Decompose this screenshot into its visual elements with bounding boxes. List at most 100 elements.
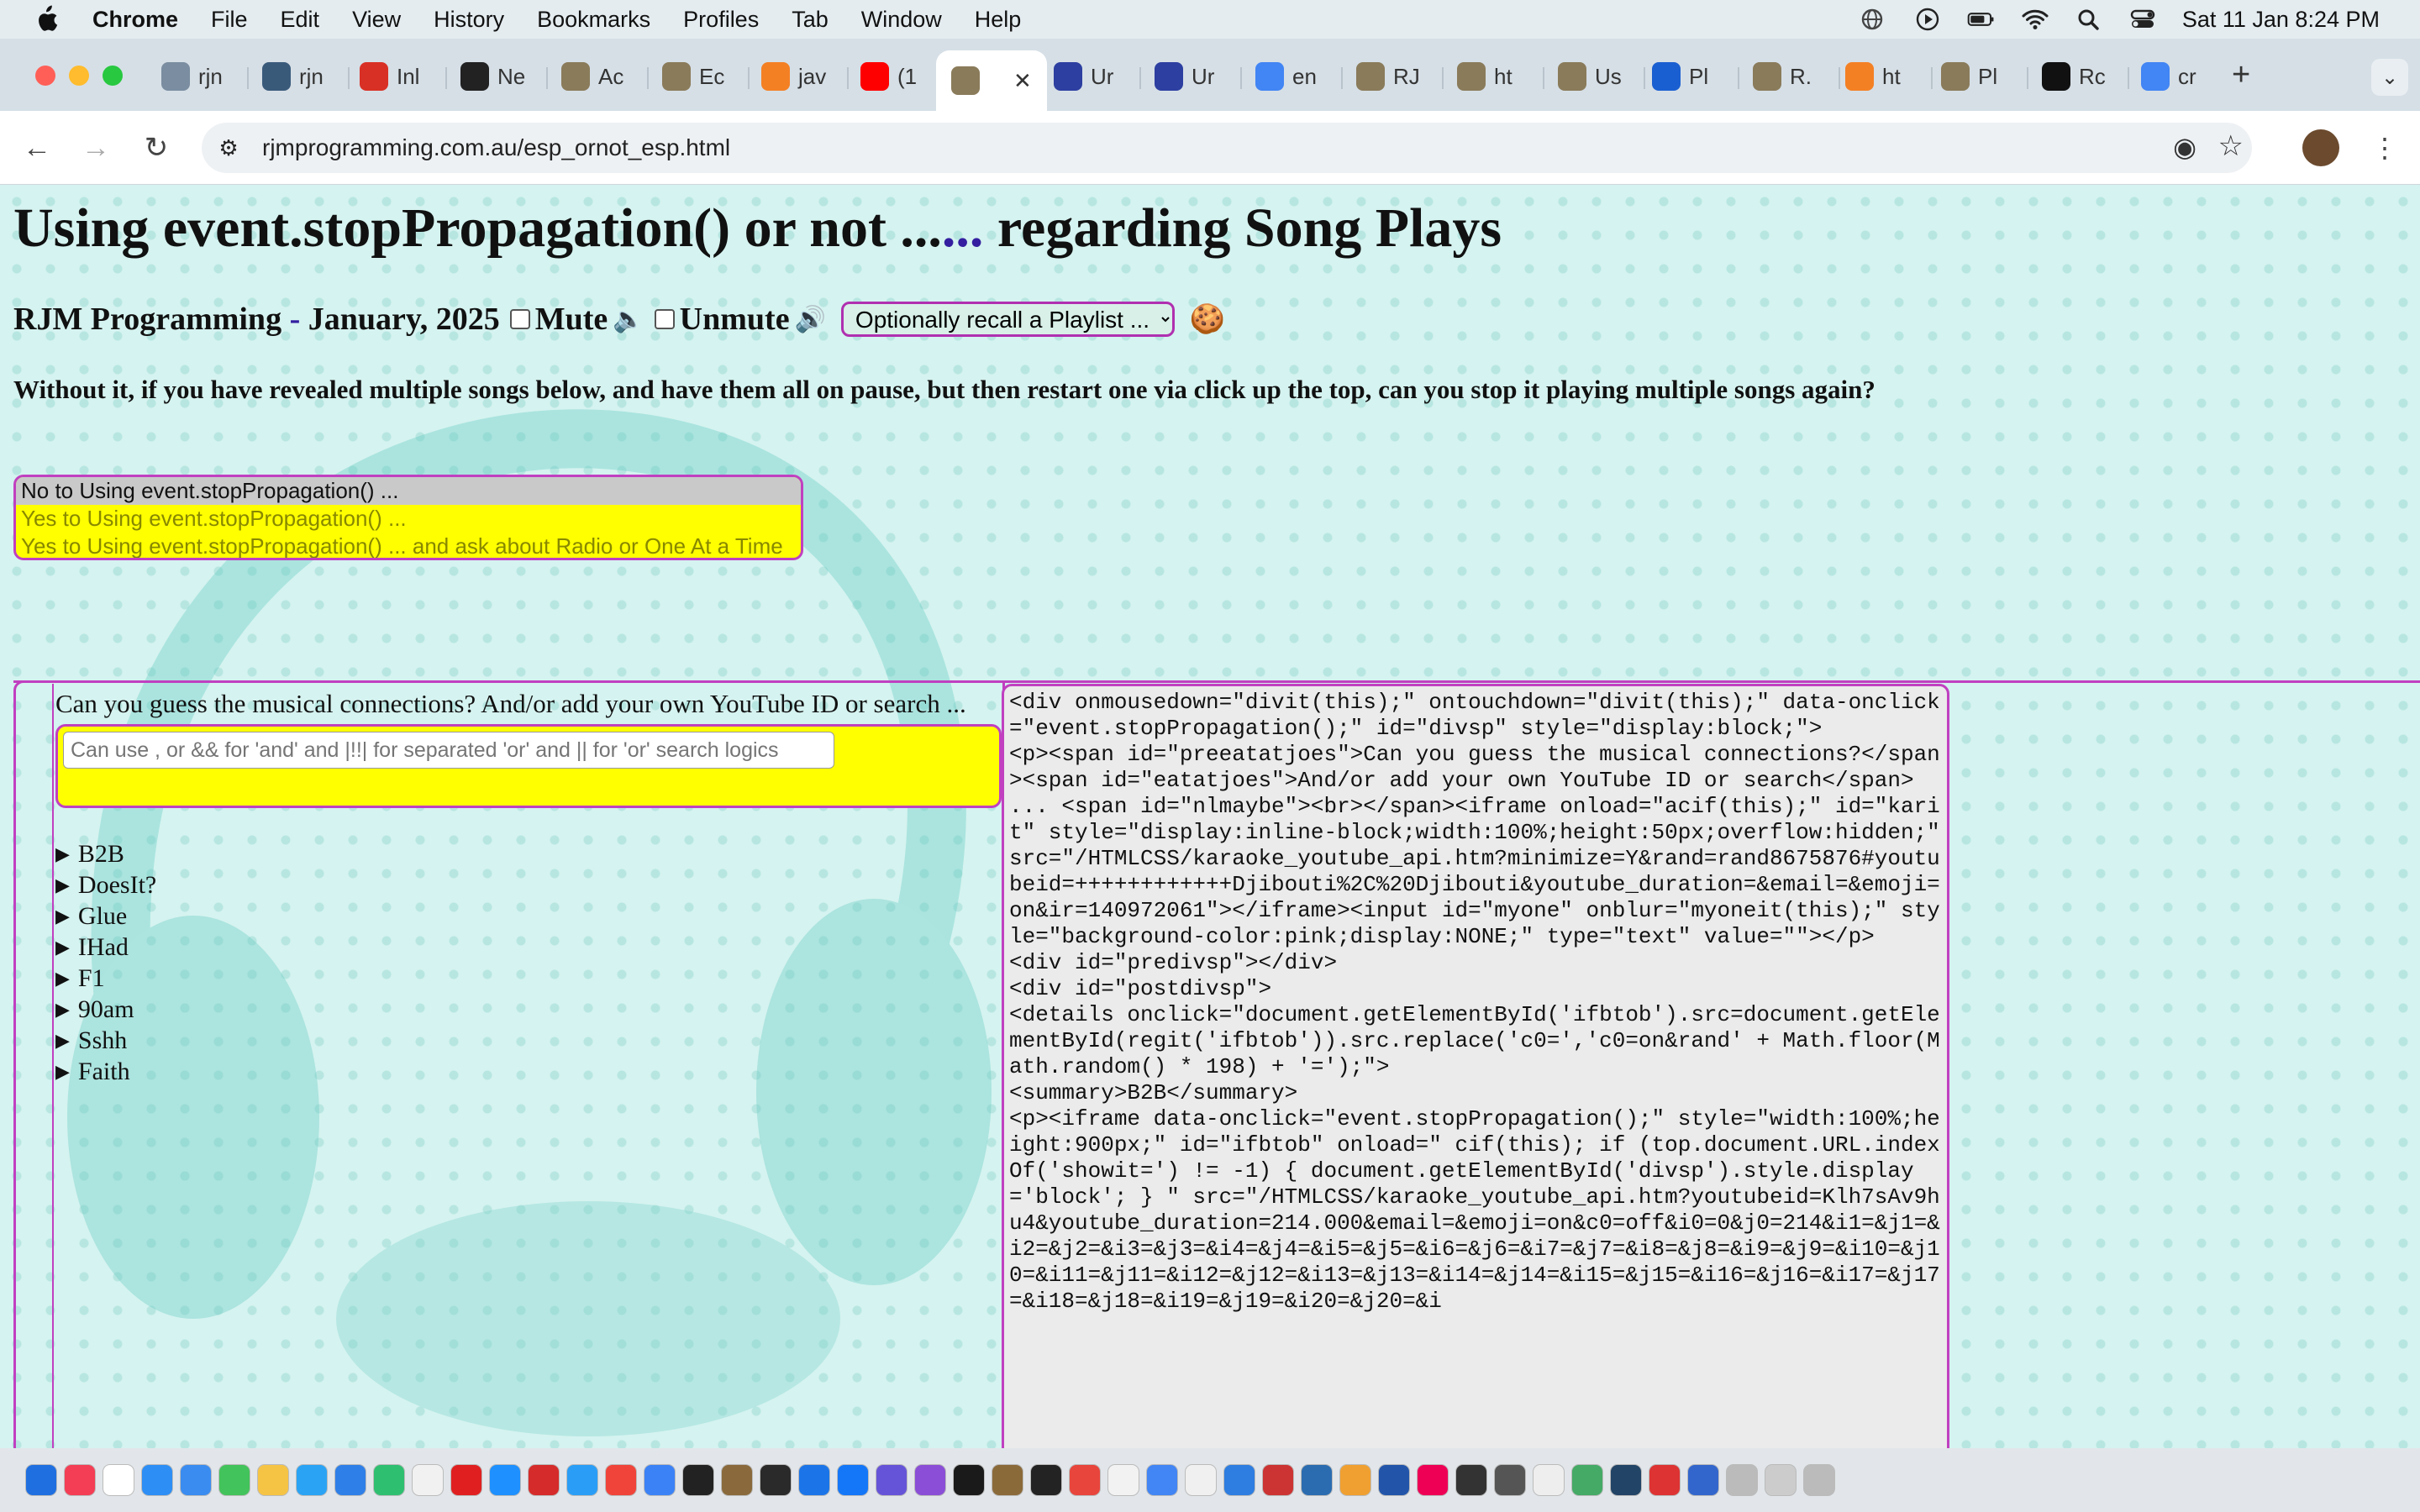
dock-app-icon[interactable]	[953, 1464, 985, 1496]
dock-app-icon[interactable]	[412, 1464, 444, 1496]
playlist-select[interactable]: Optionally recall a Playlist ...	[840, 302, 1175, 337]
song-details-3[interactable]: ▶ IHad	[55, 932, 156, 963]
dock-app-icon[interactable]	[1687, 1464, 1719, 1496]
tab-9[interactable]: Ur	[1054, 55, 1113, 97]
menu-window[interactable]: Window	[861, 7, 942, 33]
tab-11[interactable]: en	[1255, 55, 1317, 97]
dock-app-icon[interactable]	[257, 1464, 289, 1496]
source-code-panel[interactable]: <div onmousedown="divit(this);" ontouchd…	[1002, 684, 1949, 1465]
dock-app-icon[interactable]	[1262, 1464, 1294, 1496]
subhead-dash-link[interactable]: -	[290, 301, 301, 338]
tab-15[interactable]: Pl	[1652, 55, 1708, 97]
menu-app-name[interactable]: Chrome	[92, 7, 178, 33]
eye-slash-icon[interactable]: ◉	[2173, 131, 2196, 163]
dock-app-icon[interactable]	[25, 1464, 57, 1496]
address-bar[interactable]: ⚙ rjmprogramming.com.au/esp_ornot_esp.ht…	[202, 123, 2252, 173]
dock-app-icon[interactable]	[1571, 1464, 1603, 1496]
dock-app-icon[interactable]	[1146, 1464, 1178, 1496]
song-summary-label[interactable]: DoesIt?	[78, 871, 156, 900]
menu-bookmarks[interactable]: Bookmarks	[537, 7, 650, 33]
song-summary-label[interactable]: Sshh	[78, 1026, 127, 1055]
dock-app-icon[interactable]	[1726, 1464, 1758, 1496]
menu-file[interactable]: File	[211, 7, 248, 33]
option-yes-stop-propagation[interactable]: Yes to Using event.stopPropagation() ...	[16, 505, 801, 533]
tab-20[interactable]: cr	[2141, 55, 2196, 97]
tab-16[interactable]: R.	[1753, 55, 1812, 97]
disclosure-triangle-icon[interactable]: ▶	[55, 843, 70, 865]
url-text[interactable]: rjmprogramming.com.au/esp_ornot_esp.html	[262, 134, 730, 161]
dock-app-icon[interactable]	[682, 1464, 714, 1496]
song-summary-label[interactable]: IHad	[78, 933, 129, 962]
tab-7[interactable]: (1	[860, 55, 917, 97]
disclosure-triangle-icon[interactable]: ▶	[55, 968, 70, 990]
song-details-5[interactable]: ▶ 90am	[55, 994, 156, 1025]
zoom-window-icon[interactable]	[103, 66, 123, 86]
dock-app-icon[interactable]	[1378, 1464, 1410, 1496]
dock-app-icon[interactable]	[489, 1464, 521, 1496]
control-center-icon[interactable]	[2128, 7, 2157, 32]
dock-app-icon[interactable]	[605, 1464, 637, 1496]
wifi-icon[interactable]	[2021, 7, 2049, 32]
tab-10[interactable]: Ur	[1155, 55, 1214, 97]
tab-17[interactable]: ht	[1845, 55, 1901, 97]
close-window-icon[interactable]	[35, 66, 55, 86]
profile-avatar[interactable]	[2302, 129, 2339, 166]
dock-app-icon[interactable]	[1649, 1464, 1681, 1496]
dock-app-icon[interactable]	[296, 1464, 328, 1496]
dock-app-icon[interactable]	[1494, 1464, 1526, 1496]
menu-help[interactable]: Help	[975, 7, 1022, 33]
disclosure-triangle-icon[interactable]: ▶	[55, 1061, 70, 1083]
title-dots-link[interactable]: ...	[942, 197, 984, 259]
tab-0[interactable]: rjn	[161, 55, 223, 97]
song-summary-label[interactable]: Faith	[78, 1058, 130, 1086]
dock-app-icon[interactable]	[1301, 1464, 1333, 1496]
dock-app-icon[interactable]	[566, 1464, 598, 1496]
dock-app-icon[interactable]	[798, 1464, 830, 1496]
cookie-icon[interactable]: 🍪	[1190, 302, 1225, 336]
battery-icon[interactable]	[1967, 7, 1996, 32]
apple-logo-icon[interactable]	[34, 5, 59, 34]
new-tab-plus-icon[interactable]: +	[2232, 57, 2250, 93]
tab-12[interactable]: RJ	[1356, 55, 1420, 97]
dock-app-icon[interactable]	[644, 1464, 676, 1496]
dock-app-icon[interactable]	[373, 1464, 405, 1496]
menu-edit[interactable]: Edit	[281, 7, 320, 33]
dock-app-icon[interactable]	[1610, 1464, 1642, 1496]
menu-history[interactable]: History	[434, 7, 504, 33]
stop-propagation-options-list[interactable]: No to Using event.stopPropagation() ... …	[13, 475, 803, 560]
menu-profiles[interactable]: Profiles	[683, 7, 759, 33]
dock-app-icon[interactable]	[103, 1464, 134, 1496]
dock-app-icon[interactable]	[837, 1464, 869, 1496]
dock-app-icon[interactable]	[1455, 1464, 1487, 1496]
song-summary-label[interactable]: B2B	[78, 840, 124, 869]
tab-4[interactable]: Ac	[561, 55, 623, 97]
spotlight-search-icon[interactable]	[2075, 7, 2103, 32]
dock-app-icon[interactable]	[1107, 1464, 1139, 1496]
vpn-globe-icon[interactable]	[1860, 7, 1888, 32]
minimize-window-icon[interactable]	[69, 66, 89, 86]
disclosure-triangle-icon[interactable]: ▶	[55, 999, 70, 1021]
tab-6[interactable]: jav	[761, 55, 826, 97]
menu-view[interactable]: View	[352, 7, 401, 33]
dock-app-icon[interactable]	[992, 1464, 1023, 1496]
tab-13[interactable]: ht	[1457, 55, 1512, 97]
disclosure-triangle-icon[interactable]: ▶	[55, 1030, 70, 1052]
dock-app-icon[interactable]	[64, 1464, 96, 1496]
dock-app-icon[interactable]	[218, 1464, 250, 1496]
tab-search-chevron-icon[interactable]: ⌄	[2371, 59, 2408, 96]
dock-app-icon[interactable]	[1030, 1464, 1062, 1496]
forward-arrow-icon[interactable]: →	[77, 129, 114, 166]
close-tab-icon[interactable]: ✕	[1013, 68, 1032, 94]
option-yes-radio-one-at-a-time[interactable]: Yes to Using event.stopPropagation() ...…	[16, 533, 801, 558]
tab-2[interactable]: Inl	[360, 55, 419, 97]
tab-8[interactable]: ✕	[936, 50, 1047, 111]
dock-app-icon[interactable]	[180, 1464, 212, 1496]
dock-app-icon[interactable]	[1223, 1464, 1255, 1496]
song-details-6[interactable]: ▶ Sshh	[55, 1025, 156, 1056]
dock-app-icon[interactable]	[141, 1464, 173, 1496]
disclosure-triangle-icon[interactable]: ▶	[55, 937, 70, 958]
menu-tab[interactable]: Tab	[792, 7, 829, 33]
dock-app-icon[interactable]	[1185, 1464, 1217, 1496]
tab-3[interactable]: Ne	[460, 55, 525, 97]
song-details-2[interactable]: ▶ Glue	[55, 900, 156, 932]
